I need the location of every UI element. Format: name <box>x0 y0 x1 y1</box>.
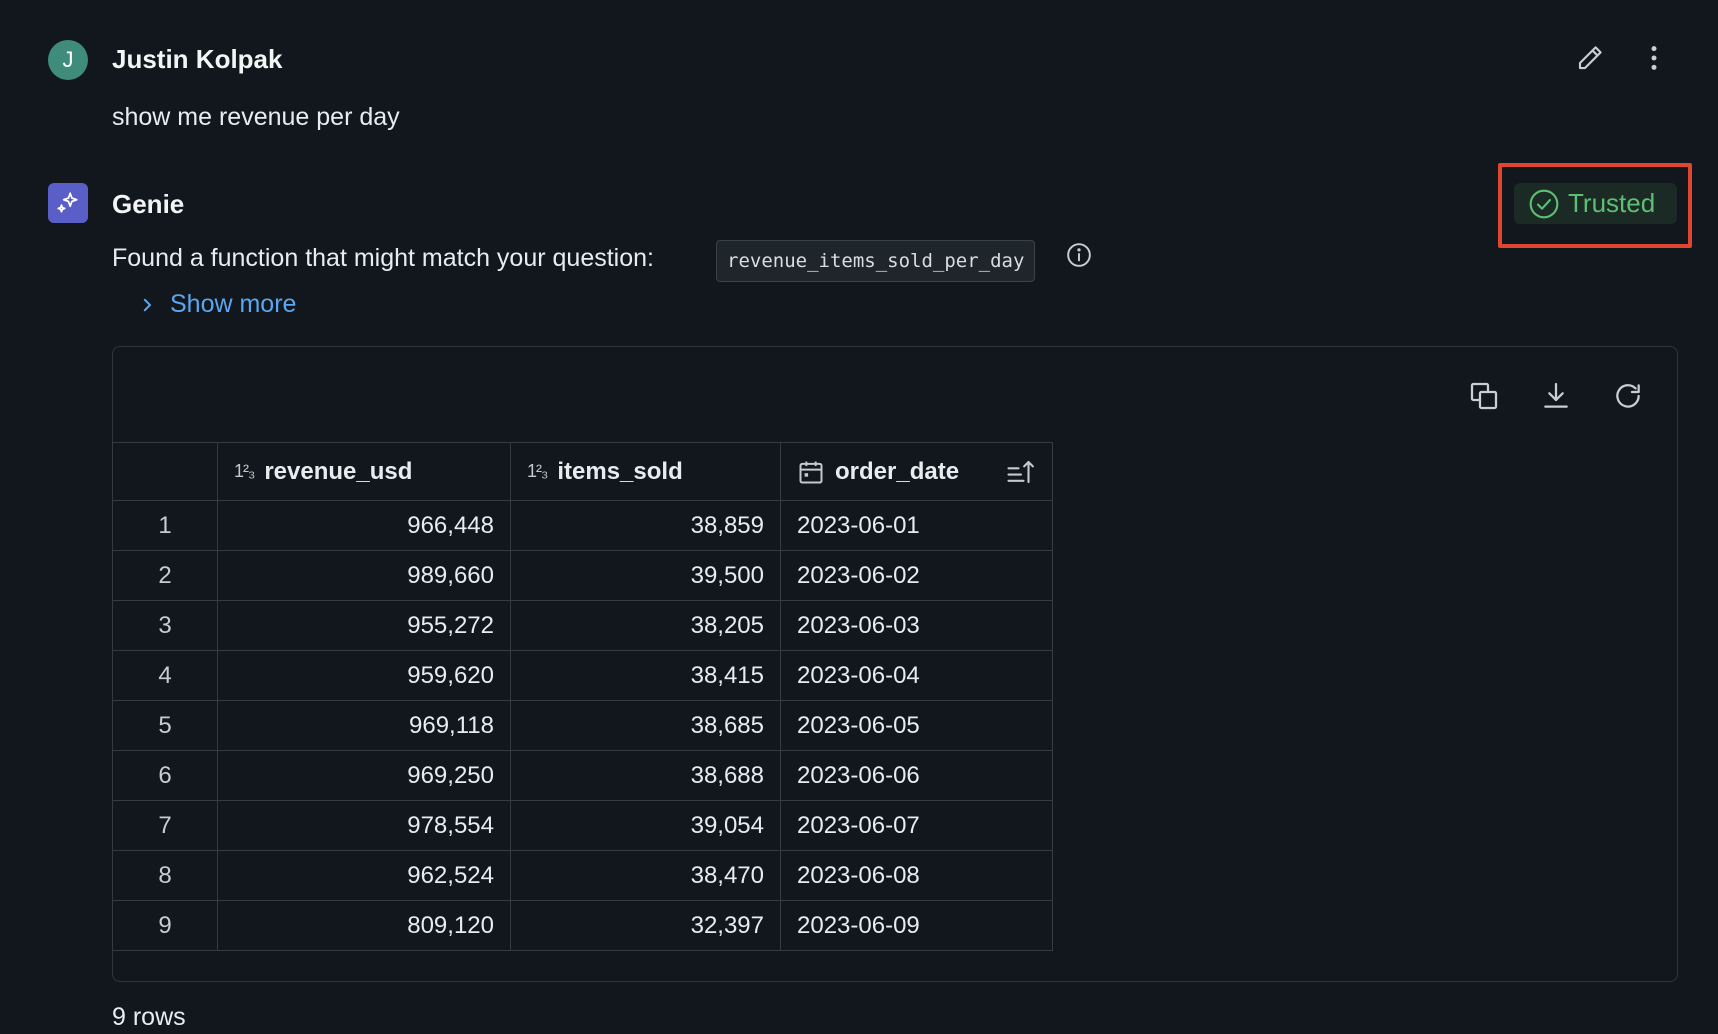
trusted-label: Trusted <box>1568 188 1656 218</box>
column-label: order_date <box>835 457 960 485</box>
table-row: 2 989,660 39,500 2023-06-02 <box>112 550 1053 601</box>
row-index: 4 <box>112 650 218 701</box>
cell-revenue-usd: 989,660 <box>217 550 511 601</box>
cell-order-date: 2023-06-03 <box>780 600 1053 651</box>
cell-revenue-usd: 969,118 <box>217 700 511 751</box>
cell-revenue-usd: 809,120 <box>217 900 511 951</box>
copy-button[interactable] <box>1464 376 1504 416</box>
results-table: 1²₃ revenue_usd 1²₃ items_sold order_dat… <box>112 442 1053 951</box>
sparkle-icon <box>57 192 78 213</box>
column-header-order-date[interactable]: order_date <box>780 442 1053 501</box>
cell-order-date: 2023-06-02 <box>780 550 1053 601</box>
more-options-button[interactable] <box>1634 38 1674 78</box>
cell-items-sold: 38,685 <box>510 700 781 751</box>
cell-items-sold: 38,688 <box>510 750 781 801</box>
column-header-revenue-usd[interactable]: 1²₃ revenue_usd <box>217 442 511 501</box>
user-avatar: J <box>48 40 88 80</box>
cell-revenue-usd: 962,524 <box>217 850 511 901</box>
copy-icon <box>1470 382 1498 410</box>
row-index: 5 <box>112 700 218 751</box>
edit-button[interactable] <box>1570 38 1610 78</box>
user-message: show me revenue per day <box>112 103 400 131</box>
kebab-menu-icon <box>1651 46 1657 70</box>
cell-items-sold: 39,054 <box>510 800 781 851</box>
table-row: 9 809,120 32,397 2023-06-09 <box>112 900 1053 951</box>
table-row: 5 969,118 38,685 2023-06-05 <box>112 700 1053 751</box>
row-index: 1 <box>112 500 218 551</box>
row-index: 2 <box>112 550 218 601</box>
cell-order-date: 2023-06-06 <box>780 750 1053 801</box>
table-header-row: 1²₃ revenue_usd 1²₃ items_sold order_dat… <box>112 442 1053 501</box>
row-index: 3 <box>112 600 218 651</box>
cell-revenue-usd: 969,250 <box>217 750 511 801</box>
check-circle-icon <box>1529 189 1559 218</box>
table-row: 8 962,524 38,470 2023-06-08 <box>112 850 1053 901</box>
row-count: 9 rows <box>112 1003 186 1031</box>
cell-revenue-usd: 959,620 <box>217 650 511 701</box>
cell-order-date: 2023-06-04 <box>780 650 1053 701</box>
cell-items-sold: 39,500 <box>510 550 781 601</box>
cell-order-date: 2023-06-07 <box>780 800 1053 851</box>
calendar-icon <box>799 461 823 483</box>
genie-name: Genie <box>112 189 185 219</box>
row-index: 7 <box>112 800 218 851</box>
download-button[interactable] <box>1536 376 1576 416</box>
cell-revenue-usd: 978,554 <box>217 800 511 851</box>
number-type-icon: 1²₃ <box>234 461 255 481</box>
avatar-letter: J <box>62 47 74 72</box>
table-row: 3 955,272 38,205 2023-06-03 <box>112 600 1053 651</box>
cell-items-sold: 38,205 <box>510 600 781 651</box>
cell-order-date: 2023-06-09 <box>780 900 1053 951</box>
show-more-toggle[interactable]: Show more <box>138 290 296 319</box>
cell-order-date: 2023-06-05 <box>780 700 1053 751</box>
table-row: 7 978,554 39,054 2023-06-07 <box>112 800 1053 851</box>
table-row: 1 966,448 38,859 2023-06-01 <box>112 500 1053 551</box>
cell-revenue-usd: 966,448 <box>217 500 511 551</box>
index-column-header <box>112 442 218 501</box>
trusted-badge: Trusted <box>1514 183 1677 224</box>
cell-items-sold: 38,859 <box>510 500 781 551</box>
genie-message: Found a function that might match your q… <box>112 244 654 272</box>
cell-order-date: 2023-06-01 <box>780 500 1053 551</box>
cell-items-sold: 38,470 <box>510 850 781 901</box>
refresh-icon <box>1616 384 1640 408</box>
column-header-items-sold[interactable]: 1²₃ items_sold <box>510 442 781 501</box>
pencil-icon <box>1578 46 1602 70</box>
download-icon <box>1544 382 1568 408</box>
info-icon[interactable] <box>1066 242 1092 268</box>
user-name: Justin Kolpak <box>112 44 283 74</box>
table-row: 6 969,250 38,688 2023-06-06 <box>112 750 1053 801</box>
number-type-icon: 1²₃ <box>527 461 548 481</box>
table-row: 4 959,620 38,415 2023-06-04 <box>112 650 1053 701</box>
cell-items-sold: 38,415 <box>510 650 781 701</box>
sort-ascending-icon[interactable] <box>1006 457 1036 487</box>
function-name-chip: revenue_items_sold_per_day <box>716 240 1036 282</box>
column-label: revenue_usd <box>264 457 413 485</box>
cell-items-sold: 32,397 <box>510 900 781 951</box>
cell-order-date: 2023-06-08 <box>780 850 1053 901</box>
row-index: 6 <box>112 750 218 801</box>
row-index: 8 <box>112 850 218 901</box>
refresh-button[interactable] <box>1608 376 1648 416</box>
column-label: items_sold <box>557 457 683 485</box>
show-more-label: Show more <box>170 290 297 318</box>
row-index: 9 <box>112 900 218 951</box>
genie-avatar <box>48 183 88 223</box>
chevron-right-icon <box>143 298 151 311</box>
cell-revenue-usd: 955,272 <box>217 600 511 651</box>
